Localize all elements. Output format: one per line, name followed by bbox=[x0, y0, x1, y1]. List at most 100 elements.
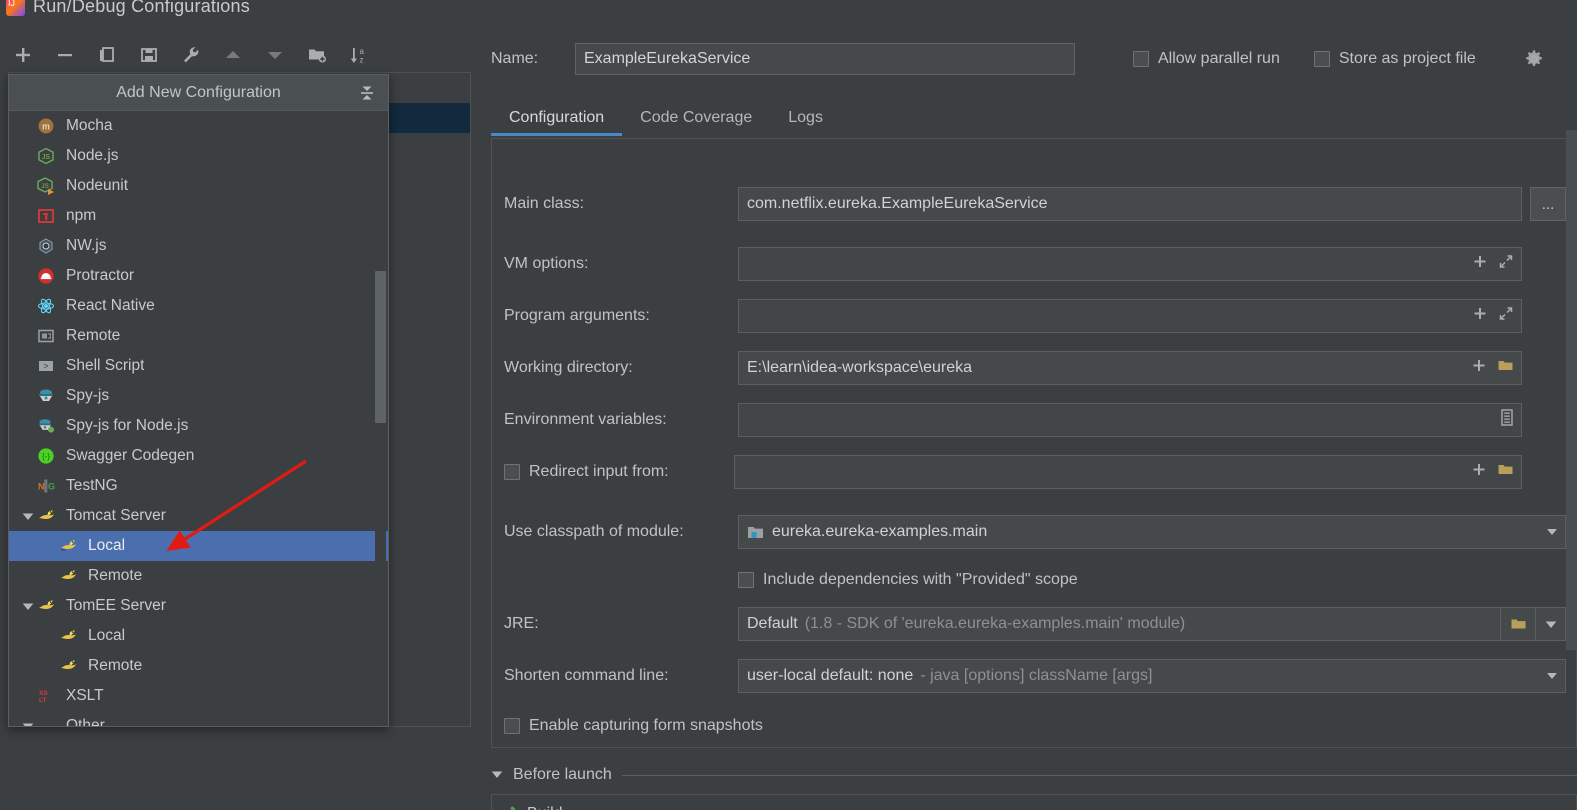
svg-text:z: z bbox=[360, 56, 364, 65]
environment-variables-input[interactable] bbox=[738, 403, 1522, 437]
tab-configuration[interactable]: Configuration bbox=[491, 109, 623, 136]
configuration-type-item-node-js[interactable]: JS Node.js bbox=[9, 141, 388, 171]
main-class-browse-button[interactable]: ... bbox=[1530, 187, 1566, 221]
vm-options-input[interactable] bbox=[738, 247, 1522, 281]
use-classpath-value: eureka.eureka-examples.main bbox=[772, 523, 988, 540]
configuration-type-item-tomee-server[interactable]: TomEE Server bbox=[9, 591, 388, 621]
configuration-type-item-spy-js-for-node-js[interactable]: Spy-js for Node.js bbox=[9, 411, 388, 441]
name-label: Name: bbox=[491, 50, 539, 67]
name-input[interactable] bbox=[575, 43, 1075, 75]
program-arguments-input[interactable] bbox=[738, 299, 1522, 333]
configuration-type-item-remote[interactable]: Remote bbox=[9, 561, 388, 591]
include-provided-scope-checkbox[interactable]: Include dependencies with "Provided" sco… bbox=[738, 571, 1078, 589]
vm-options-row: VM options: bbox=[504, 247, 1566, 281]
vm-options-icons bbox=[1472, 254, 1514, 275]
checkbox-box[interactable] bbox=[1133, 51, 1149, 67]
working-directory-input[interactable]: E:\learn\idea-workspace\eureka bbox=[738, 351, 1522, 385]
checkbox-box[interactable] bbox=[738, 572, 754, 588]
remove-configuration-button[interactable] bbox=[52, 42, 78, 68]
add-configuration-button[interactable] bbox=[10, 42, 36, 68]
move-down-button[interactable] bbox=[262, 42, 288, 68]
edit-templates-button[interactable] bbox=[178, 42, 204, 68]
chevron-down-icon[interactable] bbox=[1535, 608, 1565, 640]
expand-icon[interactable] bbox=[1498, 306, 1514, 327]
allow-parallel-run-checkbox[interactable]: Allow parallel run bbox=[1133, 50, 1280, 68]
before-launch-header[interactable]: Before launch bbox=[491, 760, 1577, 790]
configuration-type-item-npm[interactable]: npm bbox=[9, 201, 388, 231]
configuration-type-item-remote[interactable]: Remote bbox=[9, 651, 388, 681]
panel-splitter[interactable] bbox=[471, 34, 481, 810]
tomcat-icon bbox=[59, 537, 81, 555]
configuration-type-item-nodeunit[interactable]: JS Nodeunit bbox=[9, 171, 388, 201]
tab-code-coverage[interactable]: Code Coverage bbox=[622, 109, 770, 136]
configuration-type-item-react-native[interactable]: React Native bbox=[9, 291, 388, 321]
plus-icon[interactable] bbox=[1472, 306, 1488, 327]
redirect-input-checkbox[interactable] bbox=[504, 464, 520, 480]
use-classpath-combobox[interactable]: eureka.eureka-examples.main bbox=[738, 515, 1566, 549]
popup-scrollbar-thumb[interactable] bbox=[375, 271, 386, 423]
move-up-button[interactable] bbox=[220, 42, 246, 68]
dialog-titlebar: Run/Debug Configurations bbox=[0, 0, 1577, 21]
shorten-command-line-control: user-local default: none - java [options… bbox=[738, 659, 1566, 693]
configuration-type-item-remote[interactable]: Remote bbox=[9, 321, 388, 351]
collapse-all-icon[interactable] bbox=[358, 84, 376, 102]
redirect-input-control[interactable]: Redirect input from: bbox=[504, 463, 738, 481]
plus-icon[interactable] bbox=[1471, 358, 1487, 379]
dialog-scrollbar[interactable] bbox=[1566, 130, 1577, 650]
configuration-type-item-local[interactable]: Local bbox=[9, 621, 388, 651]
redirect-input-field-control bbox=[734, 455, 1522, 489]
configuration-type-item-protractor[interactable]: Protractor bbox=[9, 261, 388, 291]
configuration-type-item-spy-js[interactable]: Spy-js bbox=[9, 381, 388, 411]
chevron-down-icon[interactable] bbox=[19, 602, 37, 611]
folder-icon[interactable] bbox=[1501, 608, 1535, 640]
chevron-down-icon[interactable] bbox=[1547, 529, 1557, 535]
checkbox-box[interactable] bbox=[504, 718, 520, 734]
program-arguments-row: Program arguments: bbox=[504, 299, 1566, 333]
header-options: Allow parallel run Store as project file bbox=[1133, 49, 1544, 69]
add-new-configuration-popup: Add New Configuration m Mocha JS Node.js JS N… bbox=[8, 74, 389, 727]
configuration-type-item-tomcat-server[interactable]: Tomcat Server bbox=[9, 501, 388, 531]
configuration-type-item-local[interactable]: Local bbox=[9, 531, 388, 561]
jre-combobox[interactable]: Default (1.8 - SDK of 'eureka.eureka-exa… bbox=[738, 607, 1501, 641]
configuration-type-item-xslt[interactable]: XS LT XSLT bbox=[9, 681, 388, 711]
include-provided-scope-row: Include dependencies with "Provided" sco… bbox=[504, 563, 1566, 597]
checkbox-box[interactable] bbox=[1313, 51, 1330, 67]
sort-az-icon: a z bbox=[350, 47, 365, 65]
intellij-idea-icon bbox=[6, 0, 25, 16]
copy-configuration-button[interactable] bbox=[94, 42, 120, 68]
save-configuration-button[interactable] bbox=[136, 42, 162, 68]
sort-alphabetically-button[interactable]: a z bbox=[346, 42, 372, 68]
create-folder-button[interactable] bbox=[304, 42, 330, 68]
folder-icon[interactable] bbox=[1497, 462, 1514, 483]
popup-title: Add New Configuration bbox=[116, 83, 281, 101]
redirect-input-field[interactable] bbox=[734, 455, 1522, 489]
main-class-input[interactable]: com.netflix.eureka.ExampleEurekaService bbox=[738, 187, 1522, 221]
plus-icon[interactable] bbox=[1472, 254, 1488, 275]
chevron-down-icon[interactable] bbox=[491, 766, 503, 784]
configuration-type-label: Protractor bbox=[66, 267, 135, 284]
configuration-type-item-testng[interactable]: N G TestNG bbox=[9, 471, 388, 501]
working-directory-control: E:\learn\idea-workspace\eureka bbox=[738, 351, 1522, 385]
before-launch-item[interactable]: Build bbox=[492, 795, 1576, 810]
list-edit-icon[interactable] bbox=[1500, 409, 1514, 432]
configuration-type-item-nw-js[interactable]: NW.js bbox=[9, 231, 388, 261]
shorten-command-line-label: Shorten command line: bbox=[504, 667, 669, 684]
configuration-type-item-shell-script[interactable]: > Shell Script bbox=[9, 351, 388, 381]
configuration-type-list[interactable]: m Mocha JS Node.js JS Nodeunit npm NW.js Protrac… bbox=[9, 111, 388, 726]
configuration-type-item-other[interactable]: Other bbox=[9, 711, 388, 726]
configuration-type-item-swagger-codegen[interactable]: {-} Swagger Codegen bbox=[9, 441, 388, 471]
before-launch-list[interactable]: Build bbox=[491, 794, 1577, 810]
chevron-down-icon[interactable] bbox=[1547, 673, 1557, 679]
plus-icon[interactable] bbox=[1471, 462, 1487, 483]
folder-icon[interactable] bbox=[1497, 358, 1514, 379]
shorten-command-line-combobox[interactable]: user-local default: none - java [options… bbox=[738, 659, 1566, 693]
configuration-type-item-mocha[interactable]: m Mocha bbox=[9, 111, 388, 141]
expand-icon[interactable] bbox=[1498, 254, 1514, 275]
use-classpath-control: eureka.eureka-examples.main bbox=[738, 515, 1566, 549]
gear-icon[interactable] bbox=[1524, 49, 1544, 69]
chevron-down-icon[interactable] bbox=[19, 512, 37, 521]
store-as-project-file-checkbox[interactable]: Store as project file bbox=[1313, 50, 1476, 68]
tab-logs[interactable]: Logs bbox=[770, 109, 841, 136]
chevron-down-icon[interactable] bbox=[19, 722, 37, 726]
enable-form-snapshots-checkbox[interactable]: Enable capturing form snapshots bbox=[504, 717, 763, 735]
